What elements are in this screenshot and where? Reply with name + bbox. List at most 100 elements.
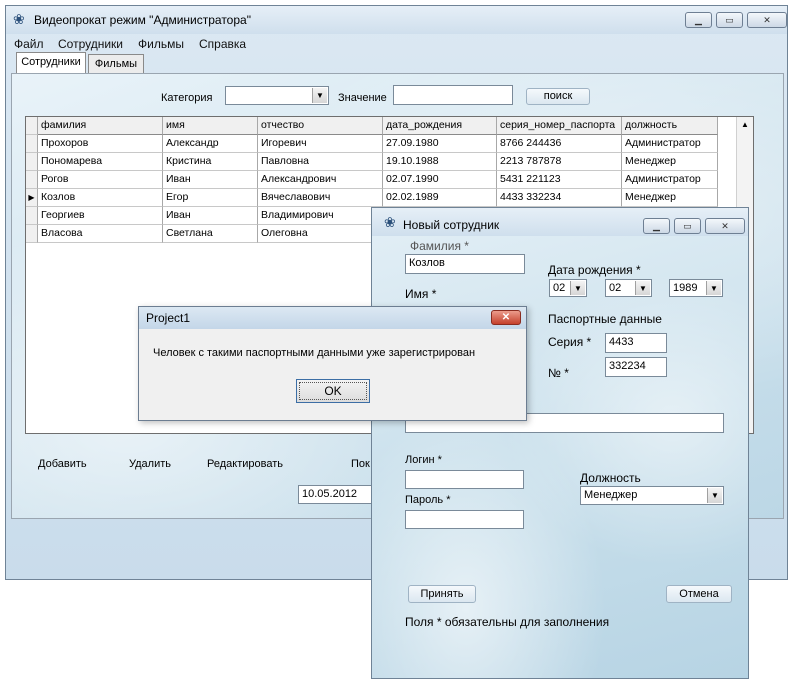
grid-cell[interactable]: 2213 787878 [497,153,622,171]
position-select[interactable]: Менеджер ▼ [580,486,724,505]
birth-day-select[interactable]: 02 ▼ [549,279,587,297]
message-box-close-button[interactable]: ✕ [491,310,521,325]
row-indicator[interactable] [26,207,38,225]
grid-cell[interactable]: Иван [163,207,258,225]
number-input[interactable]: 332234 [605,357,667,377]
surname-input[interactable]: Козлов [405,254,525,274]
grid-cell[interactable]: 19.10.1988 [383,153,497,171]
chevron-down-icon: ▼ [635,281,650,295]
grid-column-header[interactable]: должность [622,117,718,135]
grid-cell[interactable]: Игоревич [258,135,383,153]
grid-column-header[interactable]: фамилия [38,117,163,135]
new-employee-titlebar: ❀ Новый сотрудник ▁ ▭ ✕ [372,208,748,236]
close-button[interactable]: ✕ [747,12,787,28]
grid-cell[interactable]: Пономарева [38,153,163,171]
message-box-title: Project1 [146,311,191,325]
birth-year-select[interactable]: 1989 ▼ [669,279,723,297]
grid-cell[interactable]: Егор [163,189,258,207]
menu-films[interactable]: Фильмы [138,37,184,51]
grid-cell[interactable]: Александр [163,135,258,153]
login-label: Логин * [405,454,442,466]
ok-button[interactable]: OK [296,379,370,403]
chevron-down-icon: ▼ [570,281,585,295]
grid-cell[interactable]: Вячеславович [258,189,383,207]
birth-month-select[interactable]: 02 ▼ [605,279,652,297]
tab-employees[interactable]: Сотрудники [16,52,86,74]
row-indicator[interactable] [26,153,38,171]
grid-cell[interactable]: Светлана [163,225,258,243]
grid-cell[interactable]: Иван [163,171,258,189]
grid-cell[interactable]: Павловна [258,153,383,171]
required-fields-note: Поля * обязательны для заполнения [405,615,610,629]
category-select[interactable]: ▼ [225,86,329,105]
grid-column-header[interactable]: серия_номер_паспорта [497,117,622,135]
grid-column-header[interactable]: отчество [258,117,383,135]
row-indicator[interactable]: ▶ [26,189,38,207]
grid-cell[interactable]: Администратор [622,135,718,153]
chevron-down-icon: ▼ [312,88,327,103]
grid-cell[interactable]: 02.02.1989 [383,189,497,207]
grid-cell[interactable]: Менеджер [622,153,718,171]
delete-button[interactable]: Удалить [129,458,171,470]
date-field[interactable]: 10.05.2012 [298,485,374,504]
password-label: Пароль * [405,494,451,506]
grid-cell[interactable]: Менеджер [622,189,718,207]
value-label: Значение [338,92,387,104]
cancel-button[interactable]: Отмена [666,585,732,603]
login-input[interactable] [405,470,524,489]
row-indicator[interactable] [26,135,38,153]
accept-button[interactable]: Принять [408,585,476,603]
minimize-button[interactable]: ▁ [685,12,712,28]
new-employee-window: ❀ Новый сотрудник ▁ ▭ ✕ Фамилия * Козлов… [371,207,749,679]
grid-cell[interactable]: 02.07.1990 [383,171,497,189]
row-indicator[interactable] [26,171,38,189]
grid-cell[interactable]: Георгиев [38,207,163,225]
grid-cell[interactable]: Администратор [622,171,718,189]
row-indicator[interactable] [26,225,38,243]
password-input[interactable] [405,510,524,529]
series-label: Серия * [548,335,592,349]
menu-employees[interactable]: Сотрудники [58,37,123,51]
grid-cell[interactable]: 8766 244436 [497,135,622,153]
grid-cell[interactable]: Козлов [38,189,163,207]
chevron-down-icon: ▼ [707,488,722,503]
series-input[interactable]: 4433 [605,333,667,353]
main-window-title: Видеопрокат режим "Администратора" [34,13,251,27]
number-label: № * [548,366,569,380]
grid-cell[interactable]: 4433 332234 [497,189,622,207]
value-input[interactable] [393,85,513,105]
grid-cell[interactable]: 27.09.1980 [383,135,497,153]
search-action-button[interactable]: Пок [351,458,370,470]
passport-label: Паспортные данные [548,312,662,326]
emp-maximize-button[interactable]: ▭ [674,218,701,234]
menu-file[interactable]: Файл [14,37,44,51]
grid-cell[interactable]: Власова [38,225,163,243]
edit-button[interactable]: Редактировать [207,458,283,470]
grid-column-header[interactable]: имя [163,117,258,135]
grid-cell[interactable]: Рогов [38,171,163,189]
message-box: Project1 ✕ Человек с такими паспортными … [138,306,527,421]
grid-cell[interactable]: 5431 221123 [497,171,622,189]
main-titlebar: ❀ Видеопрокат режим "Администратора" ▁ ▭… [6,6,787,34]
new-employee-title: Новый сотрудник [403,218,500,232]
close-icon: ✕ [501,312,511,323]
scroll-up-icon[interactable]: ▲ [741,120,749,129]
add-button[interactable]: Добавить [38,458,87,470]
maximize-button[interactable]: ▭ [716,12,743,28]
close-icon: ✕ [763,15,771,25]
emp-minimize-button[interactable]: ▁ [643,218,670,234]
search-button[interactable]: поиск [526,88,590,105]
grid-cell[interactable]: Александрович [258,171,383,189]
surname-label: Фамилия * [410,239,469,253]
grid-cell[interactable]: Олеговна [258,225,383,243]
app-icon: ❀ [384,214,396,230]
category-label: Категория [161,92,213,104]
grid-cell[interactable]: Владимирович [258,207,383,225]
emp-close-button[interactable]: ✕ [705,218,745,234]
grid-cell[interactable]: Кристина [163,153,258,171]
menu-help[interactable]: Справка [199,37,246,51]
tab-films[interactable]: Фильмы [88,54,144,74]
grid-cell[interactable]: Прохоров [38,135,163,153]
grid-column-header[interactable]: дата_рождения [383,117,497,135]
name-label: Имя * [405,287,437,301]
